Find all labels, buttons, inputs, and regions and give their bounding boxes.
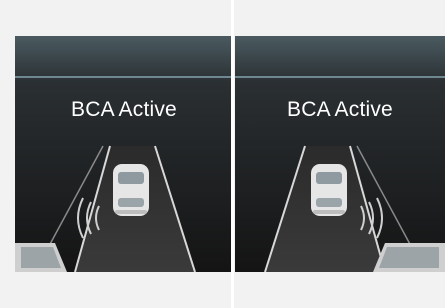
ego-car: [113, 164, 149, 216]
status-text-right: BCA Active: [287, 98, 393, 121]
panel-right: BCA Active: [235, 0, 445, 308]
ego-car: [311, 164, 347, 216]
display-screen-right: BCA Active: [235, 36, 445, 272]
adjacent-car-right: [373, 243, 445, 272]
header-line: [235, 76, 445, 78]
header-line: [15, 76, 233, 78]
panel-divider: [231, 0, 234, 308]
status-text-left: BCA Active: [71, 98, 177, 121]
bca-illustration: BCA Active BCA Active: [0, 0, 445, 308]
scene-left: [15, 36, 233, 272]
scene-right: [235, 36, 445, 272]
panel-left: BCA Active: [15, 0, 233, 308]
display-screen-left: BCA Active: [15, 36, 233, 272]
